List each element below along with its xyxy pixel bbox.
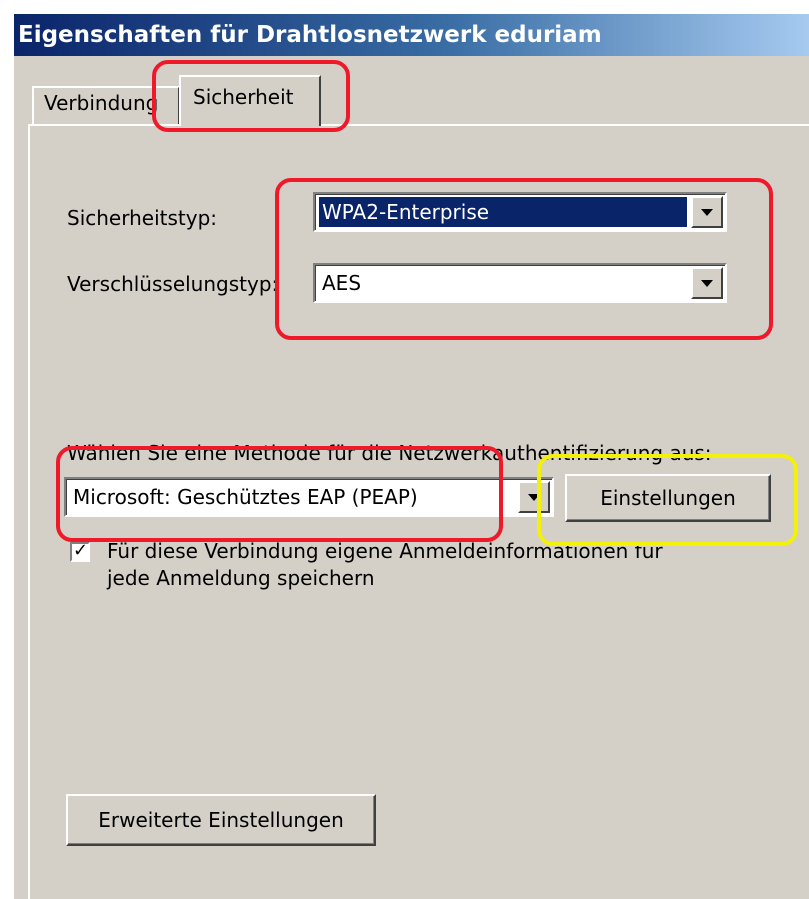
remember-credentials-label-line2[interactable]: jede Anmeldung speichern xyxy=(107,566,375,590)
auth-method-value: Microsoft: Geschütztes EAP (PEAP) xyxy=(73,485,418,509)
auth-method-select[interactable]: Microsoft: Geschütztes EAP (PEAP) xyxy=(64,477,554,517)
chevron-down-icon xyxy=(701,280,713,287)
check-icon: ✓ xyxy=(73,540,89,561)
remember-credentials-checkbox[interactable]: ✓ xyxy=(70,540,90,562)
chevron-down-icon xyxy=(528,494,540,501)
auth-method-dropdown-button[interactable] xyxy=(518,481,550,513)
security-type-select[interactable]: WPA2-Enterprise xyxy=(313,192,727,232)
encryption-type-label: Verschlüsselungstyp: xyxy=(67,272,279,296)
security-type-label: Sicherheitstyp: xyxy=(67,206,218,230)
security-type-value: WPA2-Enterprise xyxy=(319,197,687,227)
window-title: Eigenschaften für Drahtlosnetzwerk eduri… xyxy=(14,14,809,56)
tab-verbindung[interactable]: Verbindung xyxy=(32,86,180,124)
encryption-type-select[interactable]: AES xyxy=(313,263,727,303)
remember-credentials-label-line1[interactable]: Für diese Verbindung eigene Anmeldeinfor… xyxy=(107,539,663,563)
encryption-type-dropdown-button[interactable] xyxy=(691,267,723,299)
advanced-settings-button[interactable]: Erweiterte Einstellungen xyxy=(66,794,376,846)
encryption-type-value: AES xyxy=(322,271,362,295)
auth-settings-button[interactable]: Einstellungen xyxy=(565,474,771,522)
security-type-dropdown-button[interactable] xyxy=(691,196,723,228)
auth-method-label: Wählen Sie eine Methode für die Netzwerk… xyxy=(67,441,712,465)
properties-dialog: Verbindung Sicherheit Sicherheitstyp: WP… xyxy=(14,56,809,899)
tab-sicherheit[interactable]: Sicherheit xyxy=(179,75,321,126)
chevron-down-icon xyxy=(701,209,713,216)
